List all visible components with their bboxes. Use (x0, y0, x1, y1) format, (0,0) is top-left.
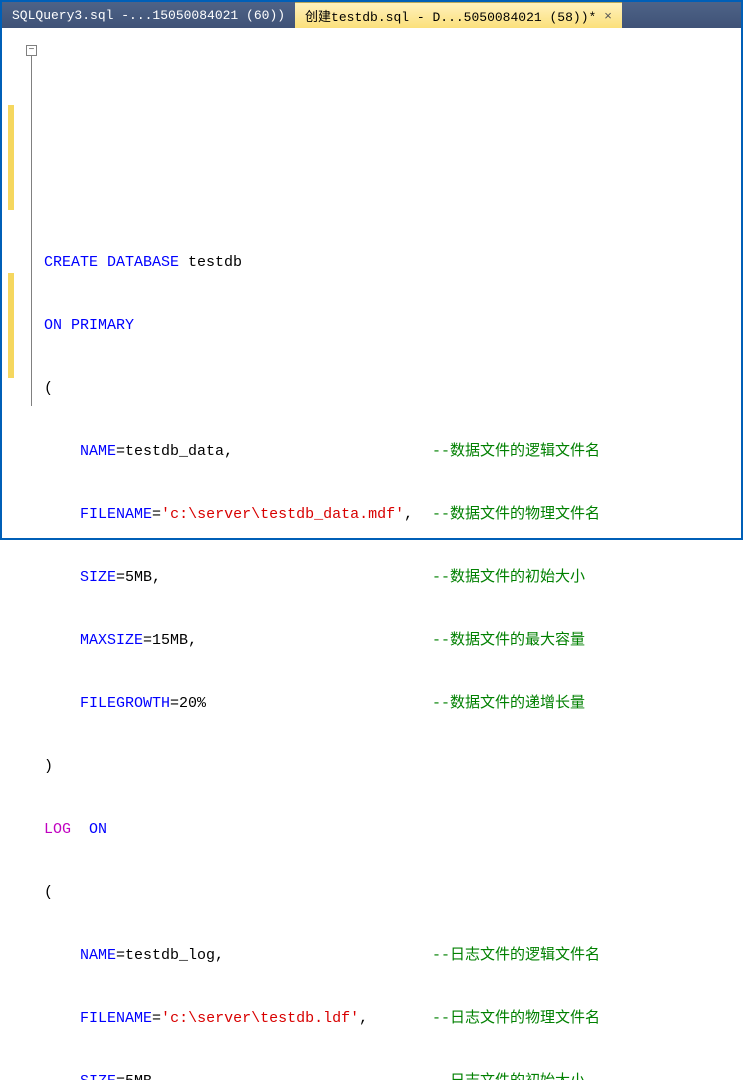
code-line: NAME=testdb_data,--数据文件的逻辑文件名 (44, 441, 741, 462)
code-line: ( (44, 882, 741, 903)
code-line: FILENAME='c:\server\testdb.ldf',--日志文件的物… (44, 1008, 741, 1029)
tab-label: SQLQuery3.sql -...15050084021 (60)) (12, 8, 285, 23)
code-line: ON PRIMARY (44, 315, 741, 336)
fold-line (31, 56, 32, 406)
code-line: FILEGROWTH=20%--数据文件的递增长量 (44, 693, 741, 714)
tab-create-testdb[interactable]: 创建testdb.sql - D...5050084021 (58))* × (295, 2, 622, 28)
code-line: LOG ON (44, 819, 741, 840)
change-marker (8, 105, 14, 210)
code-line: NAME=testdb_log,--日志文件的逻辑文件名 (44, 945, 741, 966)
gutter: − (26, 42, 40, 126)
code-line: ) (44, 756, 741, 777)
code-line: FILENAME='c:\server\testdb_data.mdf',--数… (44, 504, 741, 525)
fold-toggle[interactable]: − (26, 45, 37, 56)
change-marker (8, 273, 14, 378)
code-content: CREATE DATABASE testdb ON PRIMARY ( NAME… (44, 210, 741, 1080)
tab-bar: SQLQuery3.sql -...15050084021 (60)) 创建te… (2, 2, 741, 28)
code-line: SIZE=5MB,--日志文件的初始大小 (44, 1071, 741, 1080)
tab-sqlquery3[interactable]: SQLQuery3.sql -...15050084021 (60)) (2, 2, 295, 28)
close-icon[interactable]: × (604, 8, 612, 23)
code-line: SIZE=5MB,--数据文件的初始大小 (44, 567, 741, 588)
code-line: MAXSIZE=15MB,--数据文件的最大容量 (44, 630, 741, 651)
code-line: ( (44, 378, 741, 399)
tab-label: 创建testdb.sql - D...5050084021 (58))* (305, 6, 596, 25)
code-line: CREATE DATABASE testdb (44, 252, 741, 273)
code-editor[interactable]: − CREATE DATABASE testdb ON PRIMARY ( NA… (2, 28, 741, 538)
